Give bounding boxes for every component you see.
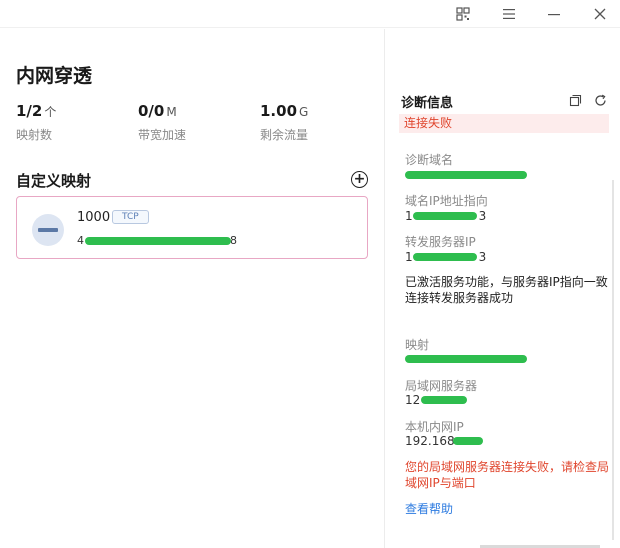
close-icon[interactable]	[588, 2, 612, 26]
qr-code-icon[interactable]	[451, 2, 475, 26]
domain-label: 诊断域名	[405, 153, 454, 167]
mapping-panel: 内网穿透 1/2 个 映射数 0/0 M 带宽加速 1.00 G 剩余流量 自定义映射…	[0, 29, 384, 548]
stat-value: 1/2	[16, 102, 43, 120]
redaction-mark	[85, 237, 231, 245]
plus-icon: +	[353, 171, 366, 187]
add-mapping-button[interactable]: +	[351, 171, 368, 188]
stat-label: 带宽加速	[138, 128, 187, 142]
forward-server-label: 转发服务器IP	[405, 235, 476, 249]
local-ip-label: 本机内网IP	[405, 420, 464, 434]
mapping-avatar-icon	[32, 214, 64, 246]
stat-unit: G	[299, 105, 309, 119]
fwd-suffix: 3	[478, 250, 487, 264]
copy-icon[interactable]	[567, 92, 583, 108]
help-link[interactable]: 查看帮助	[405, 500, 453, 517]
stat-bandwidth: 0/0 M 带宽加速	[138, 101, 186, 143]
redaction-mark	[405, 171, 527, 179]
menu-icon[interactable]	[497, 2, 521, 26]
minimize-icon[interactable]	[542, 2, 566, 26]
fwd-prefix: 1	[405, 250, 413, 264]
address-prefix: 4	[77, 234, 84, 247]
stat-label: 映射数	[16, 128, 53, 142]
ip-prefix: 1	[405, 209, 413, 223]
mapping-port: 1000	[77, 210, 111, 225]
mapping-card[interactable]: 1000 TCP 4 8	[16, 196, 368, 259]
redaction-mark	[453, 437, 483, 445]
lan-failure-message: 您的局域网服务器连接失败，请检查局域网IP与端口	[405, 460, 610, 490]
ip-label: 域名IP地址指向	[405, 194, 488, 208]
stat-traffic: 1.00 G 剩余流量	[260, 101, 308, 143]
address-suffix: 8	[230, 234, 237, 247]
stat-value: 1.00	[260, 102, 298, 120]
stat-mapping-count: 1/2 个 映射数	[16, 101, 56, 143]
redaction-mark	[421, 396, 467, 404]
lan-server-label: 局域网服务器	[405, 379, 478, 393]
ip-suffix: 3	[478, 209, 487, 223]
refresh-icon[interactable]	[592, 92, 608, 108]
stat-unit: 个	[44, 105, 57, 119]
section-title: 自定义映射	[16, 172, 92, 190]
diagnostic-panel: 诊断信息 连接失败 诊断域名 域名IP地址指向 1 3 转发服务器IP 1 3 已激…	[385, 29, 620, 548]
lan-server-value: 12	[405, 393, 421, 407]
mapping-label: 映射	[405, 338, 430, 352]
stat-unit: M	[166, 105, 177, 119]
stat-label: 剩余流量	[260, 128, 309, 142]
local-ip-value: 192.168	[405, 434, 455, 448]
redaction-mark	[413, 253, 477, 261]
title-bar	[0, 0, 620, 28]
scrollbar[interactable]	[612, 180, 614, 540]
redaction-mark	[405, 355, 527, 363]
stat-value: 0/0	[138, 102, 165, 120]
status-banner: 连接失败	[399, 114, 609, 133]
redaction-mark	[413, 212, 477, 220]
diagnostic-title: 诊断信息	[401, 96, 454, 111]
activation-message: 已激活服务功能，与服务器IP指向一致连接转发服务器成功	[405, 275, 608, 305]
protocol-badge: TCP	[112, 210, 149, 224]
page-title: 内网穿透	[16, 65, 93, 87]
